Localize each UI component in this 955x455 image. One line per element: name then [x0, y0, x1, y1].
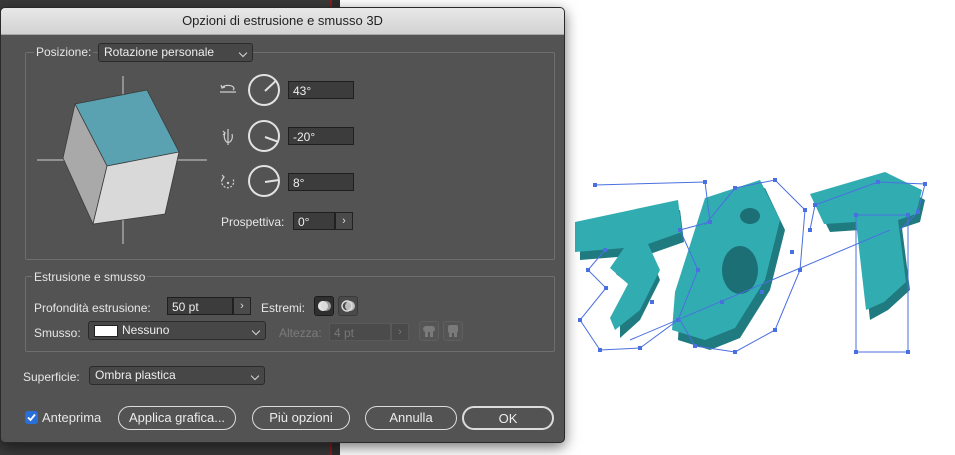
- bevel-height-input[interactable]: 4 pt: [329, 323, 391, 341]
- extrude-section-title: Estrusione e smusso: [32, 270, 148, 284]
- position-preset-dropdown[interactable]: Rotazione personale: [98, 43, 253, 62]
- dialog-title: Opzioni di estrusione e smusso 3D: [1, 8, 564, 35]
- bevel-height-slider-button[interactable]: ›: [391, 323, 409, 341]
- position-label: Posizione:: [34, 45, 94, 59]
- position-preset-value: Rotazione personale: [104, 45, 215, 59]
- bevel-dropdown[interactable]: Nessuno: [88, 321, 266, 340]
- z-rotation-dial[interactable]: [248, 165, 280, 197]
- perspective-label: Prospettiva:: [221, 215, 285, 229]
- bevel-in-button[interactable]: [443, 321, 463, 341]
- rotation-track-cube[interactable]: [35, 74, 211, 252]
- cap-off-button[interactable]: [338, 296, 358, 316]
- cancel-button[interactable]: Annulla: [365, 406, 457, 430]
- chevron-down-icon: [238, 48, 248, 58]
- checkmark-icon: [27, 413, 36, 422]
- cap-on-button[interactable]: [314, 296, 334, 316]
- chevron-down-icon: [251, 326, 261, 336]
- cap-on-icon: [318, 301, 331, 311]
- preview-label[interactable]: Anteprima: [42, 410, 101, 425]
- bevel-value: Nessuno: [122, 323, 170, 337]
- y-rotation-input[interactable]: -20°: [288, 127, 354, 145]
- perspective-slider-button[interactable]: ›: [335, 212, 353, 230]
- y-rotation-dial[interactable]: [248, 120, 280, 152]
- perspective-input[interactable]: 0°: [293, 212, 335, 230]
- extruded-3d-artwork[interactable]: [560, 170, 940, 370]
- z-axis-rotation-icon: [221, 174, 235, 189]
- cap-off-icon: [341, 300, 355, 312]
- bevel-out-button[interactable]: [419, 321, 439, 341]
- extrude-depth-input[interactable]: 50 pt: [167, 297, 233, 315]
- bevel-label: Smusso:: [34, 326, 81, 340]
- map-art-button[interactable]: Applica grafica...: [118, 406, 236, 430]
- surface-label: Superficie:: [23, 370, 80, 384]
- caps-label: Estremi:: [261, 301, 306, 315]
- extrude-depth-slider-button[interactable]: ›: [233, 297, 251, 315]
- bevel-in-icon: [448, 325, 458, 337]
- x-rotation-dial[interactable]: [248, 74, 280, 106]
- preview-checkbox[interactable]: [25, 411, 38, 424]
- bevel-swatch: [94, 324, 118, 337]
- dial-hand: [264, 179, 280, 183]
- x-axis-rotation-icon: [220, 84, 236, 93]
- dial-hand: [264, 80, 276, 92]
- extrude-depth-label: Profondità estrusione:: [34, 301, 151, 315]
- z-rotation-input[interactable]: 8°: [288, 173, 354, 191]
- x-rotation-input[interactable]: 43°: [288, 81, 354, 99]
- ok-button[interactable]: OK: [462, 406, 554, 430]
- surface-value: Ombra plastica: [95, 368, 176, 382]
- dial-hand: [264, 136, 279, 143]
- y-axis-rotation-icon: [222, 129, 233, 145]
- more-options-button[interactable]: Più opzioni: [252, 406, 350, 430]
- bevel-out-icon: [423, 326, 435, 337]
- surface-dropdown[interactable]: Ombra plastica: [89, 366, 265, 385]
- chevron-down-icon: [250, 371, 260, 381]
- bevel-height-label: Altezza:: [279, 326, 322, 340]
- extrude-bevel-dialog: Opzioni di estrusione e smusso 3D Posizi…: [0, 7, 565, 443]
